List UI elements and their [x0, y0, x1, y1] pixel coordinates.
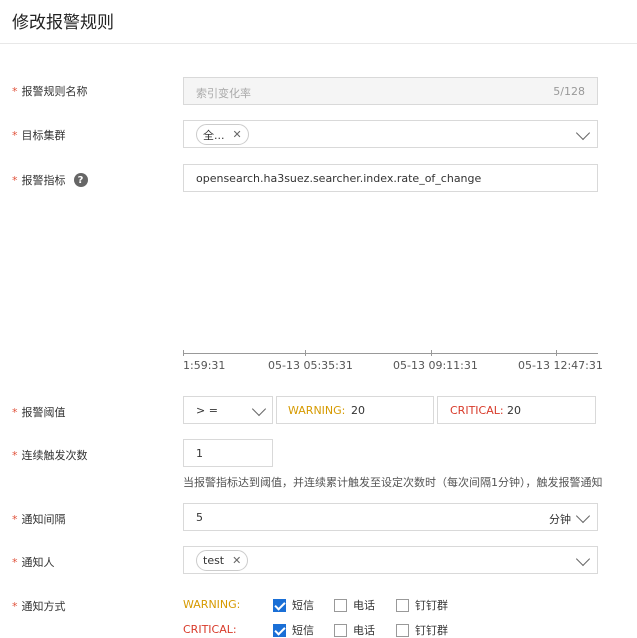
phone-checkbox-critical[interactable]: 电话: [334, 622, 375, 638]
operator-value: > =: [196, 404, 218, 417]
critical-value: 20: [507, 404, 521, 417]
checkbox-icon[interactable]: [334, 623, 347, 637]
header-divider: [0, 43, 637, 44]
target-cluster-label: * 目标集群: [12, 129, 66, 142]
chevron-down-icon: [251, 401, 267, 417]
rule-name-counter: 5/128: [553, 85, 585, 98]
axis-tick-label: 1:59:31: [183, 359, 226, 372]
recipient-tag: test ✕: [196, 550, 249, 571]
method-warning-level: WARNING:: [183, 598, 241, 611]
cluster-tag: 全... ✕: [196, 124, 249, 145]
consecutive-value: 1: [196, 447, 203, 460]
rule-name-input[interactable]: 索引变化率 5/128: [183, 77, 598, 105]
axis-tick: [305, 350, 306, 356]
metric-value: opensearch.ha3suez.searcher.index.rate_o…: [196, 172, 482, 185]
chevron-down-icon: [575, 125, 591, 141]
threshold-label: * 报警阈值: [12, 406, 66, 419]
chevron-down-icon: [575, 508, 591, 524]
checkbox-icon[interactable]: [396, 598, 409, 612]
warning-label: WARNING:: [288, 404, 346, 417]
checkbox-icon[interactable]: [334, 598, 347, 612]
consecutive-label: * 连续触发次数: [12, 449, 88, 462]
metric-input[interactable]: opensearch.ha3suez.searcher.index.rate_o…: [183, 164, 598, 192]
checkbox-label: 电话: [353, 599, 375, 612]
rule-name-label: * 报警规则名称: [12, 85, 88, 98]
recipients-label: * 通知人: [12, 556, 55, 569]
checkbox-label: 钉钉群: [415, 599, 448, 612]
methods-label: * 通知方式: [12, 600, 66, 613]
chevron-down-icon: [575, 551, 591, 567]
cluster-tag-label: 全...: [203, 128, 225, 142]
sms-checkbox-critical[interactable]: 短信: [273, 622, 314, 638]
checkbox-label: 电话: [353, 624, 375, 637]
checkbox-label: 短信: [292, 599, 314, 612]
operator-select[interactable]: > =: [183, 396, 273, 424]
page-title: 修改报警规则: [12, 13, 114, 33]
axis-tick-label: 05-13 05:35:31: [268, 359, 353, 372]
dingtalk-checkbox-critical[interactable]: 钉钉群: [396, 622, 448, 638]
recipient-tag-label: test: [203, 554, 225, 567]
consecutive-hint: 当报警指标达到阈值，并连续累计触发至设定次数时（每次间隔1分钟），触发报警通知: [183, 476, 603, 489]
recipients-select[interactable]: test ✕: [183, 546, 598, 574]
interval-value: 5: [196, 511, 203, 524]
target-cluster-select[interactable]: 全... ✕: [183, 120, 598, 148]
help-icon[interactable]: ?: [73, 173, 88, 187]
checkbox-icon[interactable]: [396, 623, 409, 637]
checkbox-label: 钉钉群: [415, 624, 448, 637]
interval-unit[interactable]: 分钟: [549, 511, 571, 527]
metric-label: * 报警指标 ?: [12, 172, 88, 188]
method-critical-level: CRITICAL:: [183, 623, 237, 636]
interval-label: * 通知间隔: [12, 513, 66, 526]
checkbox-checked-icon[interactable]: [273, 623, 286, 637]
axis-tick: [556, 350, 557, 356]
close-icon[interactable]: ✕: [232, 554, 241, 567]
interval-input[interactable]: 5 分钟: [183, 503, 598, 531]
chart-x-axis: [183, 353, 598, 354]
axis-tick: [431, 350, 432, 356]
consecutive-input[interactable]: 1: [183, 439, 273, 467]
checkbox-label: 短信: [292, 624, 314, 637]
rule-name-value: 索引变化率: [196, 87, 251, 100]
warning-threshold-input[interactable]: WARNING: 20: [276, 396, 434, 424]
close-icon[interactable]: ✕: [233, 128, 242, 141]
phone-checkbox-warning[interactable]: 电话: [334, 597, 375, 613]
dingtalk-checkbox-warning[interactable]: 钉钉群: [396, 597, 448, 613]
critical-threshold-input[interactable]: CRITICAL: 20: [437, 396, 596, 424]
warning-value: 20: [351, 404, 365, 417]
sms-checkbox-warning[interactable]: 短信: [273, 597, 314, 613]
axis-tick-label: 05-13 09:11:31: [393, 359, 478, 372]
axis-tick-label: 05-13 12:47:31: [518, 359, 603, 372]
checkbox-checked-icon[interactable]: [273, 598, 286, 612]
critical-label: CRITICAL:: [450, 404, 504, 417]
axis-tick: [183, 350, 184, 356]
